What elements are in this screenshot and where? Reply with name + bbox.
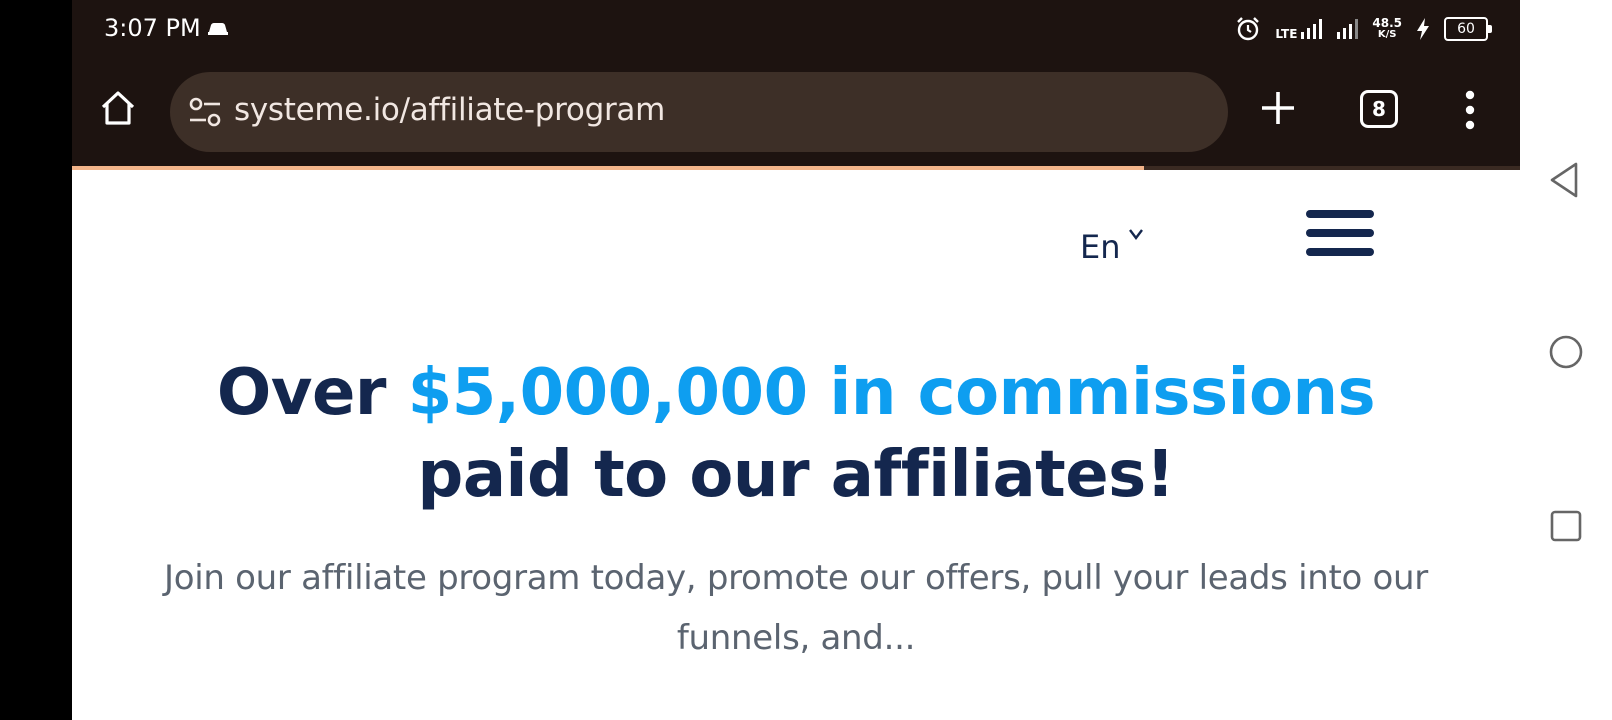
back-triangle-icon[interactable] <box>1546 160 1586 200</box>
hero-title-line2: paid to our affiliates! <box>417 438 1175 512</box>
url-text[interactable]: systeme.io/affiliate-program <box>234 92 665 128</box>
status-time: 3:07 PM <box>104 14 201 42</box>
android-nav-bar <box>1520 0 1612 720</box>
hamburger-bar <box>1306 248 1374 256</box>
browser-chrome: 3:07 PM LTE 48.5 K/S 60 systeme.io/affil… <box>72 0 1520 170</box>
home-circle-icon[interactable] <box>1546 332 1586 372</box>
battery-indicator: 60 <box>1444 17 1492 41</box>
charging-bolt-icon <box>1417 18 1429 40</box>
chevron-down-icon[interactable] <box>1128 228 1144 240</box>
tab-switcher-button[interactable]: 8 <box>1360 90 1398 128</box>
site-header: En <box>72 170 1520 290</box>
hero-subtitle: Join our affiliate program today, promot… <box>164 558 1428 658</box>
status-bar: 3:07 PM LTE 48.5 K/S 60 <box>72 0 1520 58</box>
lte-signal: LTE <box>1275 18 1323 41</box>
network-speed: 48.5 K/S <box>1372 16 1402 40</box>
car-notification-icon <box>208 23 228 35</box>
hamburger-bar <box>1306 229 1374 237</box>
alarm-icon <box>1237 17 1260 41</box>
recents-square-icon[interactable] <box>1546 506 1586 546</box>
speed-value: 48.5 <box>1372 16 1402 30</box>
hero-title-accent: $5,000,000 in commissions <box>407 356 1376 430</box>
network-type-label: LTE <box>1275 27 1298 41</box>
hero-title-prefix: Over <box>216 356 408 430</box>
signal-icon-1 <box>1301 19 1323 39</box>
hamburger-bar <box>1306 210 1374 218</box>
more-vert-icon[interactable] <box>1464 90 1476 130</box>
status-indicators: LTE 48.5 K/S 60 <box>1235 14 1492 44</box>
hamburger-menu-icon[interactable] <box>1306 210 1374 258</box>
speed-unit: K/S <box>1377 29 1397 40</box>
plus-icon[interactable] <box>1260 90 1296 126</box>
language-selector[interactable]: En <box>1080 228 1121 266</box>
signal-icon-2 <box>1337 19 1359 39</box>
phone-screen: 3:07 PM LTE 48.5 K/S 60 systeme.io/affil… <box>72 0 1520 720</box>
hero-title: Over $5,000,000 in commissions paid to o… <box>72 352 1520 516</box>
tune-icon[interactable] <box>188 96 222 128</box>
home-icon[interactable] <box>98 88 138 128</box>
address-bar[interactable]: systeme.io/affiliate-program <box>170 72 1228 152</box>
browser-toolbar: systeme.io/affiliate-program 8 <box>72 62 1520 162</box>
